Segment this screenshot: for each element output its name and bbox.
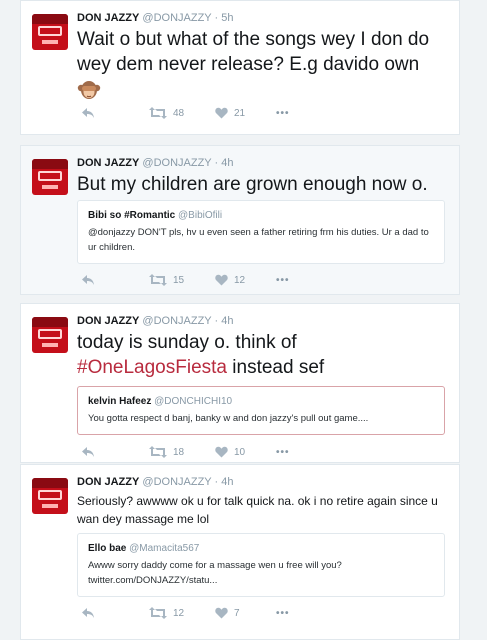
retweet-count: 15 [173,274,185,286]
tweet-header: DON JAZZY @DONJAZZY · 4h [77,156,449,170]
tweet-text: But my children are grown enough now o. [77,174,428,195]
quoted-author-name: Bibi so #Romantic [88,210,176,221]
retweet-button[interactable]: 18 [149,446,189,458]
heart-icon [215,107,228,119]
tweet-text: Seriously? awwww ok u for talk quick na.… [77,494,438,526]
separator: · [214,12,219,24]
quoted-tweet-text: @donjazzy DON'T pls, hv u even seen a fa… [88,227,429,253]
heart-icon [215,446,228,458]
like-count: 21 [234,107,246,119]
tweet[interactable]: DON JAZZY @DONJAZZY · 4h But my children… [20,145,460,295]
quoted-tweet[interactable]: kelvin Hafeez @DONCHICHI10 You gotta res… [77,386,445,435]
see-no-evil-monkey-icon [77,79,101,101]
avatar[interactable] [32,317,68,353]
reply-icon [82,608,94,618]
retweet-count: 48 [173,107,185,119]
tweet-text-part: today is sunday o. think of [77,332,297,353]
reply-icon [82,108,94,118]
quoted-tweet-text: You gotta respect d banj, banky w and do… [88,413,369,424]
retweet-count: 18 [173,446,185,458]
quoted-tweet[interactable]: Ello bae @Mamacita567 Awww sorry daddy c… [77,533,445,597]
tweet-header: DON JAZZY @DONJAZZY · 5h [77,11,449,25]
tweet-text: Wait o but what of the songs wey I don d… [77,29,430,75]
reply-button[interactable] [81,446,95,458]
retweet-icon [149,607,167,619]
reply-icon [82,275,94,285]
tweet-actions: 12 7 ••• [81,607,310,619]
author-handle[interactable]: @DONJAZZY [142,315,211,327]
tweet-actions: 15 12 ••• [81,274,310,286]
like-button[interactable]: 12 [215,274,250,286]
more-options-icon[interactable]: ••• [276,447,290,458]
retweet-icon [149,446,167,458]
avatar[interactable] [32,478,68,514]
author-handle[interactable]: @DONJAZZY [142,12,211,24]
avatar[interactable] [32,14,68,50]
tweet-header: DON JAZZY @DONJAZZY · 4h [77,314,449,328]
timestamp[interactable]: 4h [221,315,233,327]
retweet-button[interactable]: 15 [149,274,189,286]
author-handle[interactable]: @DONJAZZY [142,157,211,169]
quoted-author-name: kelvin Hafeez [88,396,152,407]
timestamp[interactable]: 4h [221,476,233,488]
tweet[interactable]: DON JAZZY @DONJAZZY · 4h Seriously? awww… [20,464,460,640]
hashtag-link[interactable]: #OneLagosFiesta [77,357,227,378]
heart-icon [215,607,228,619]
more-options-icon[interactable]: ••• [276,108,290,119]
quoted-tweet-header: Ello bae @Mamacita567 [88,542,434,555]
timeline: DON JAZZY @DONJAZZY · 5h Wait o but what… [20,0,460,640]
like-count: 7 [234,607,240,619]
like-count: 10 [234,446,246,458]
like-button[interactable]: 21 [215,107,250,119]
timestamp[interactable]: 4h [221,157,233,169]
separator: · [214,315,219,327]
author-handle[interactable]: @DONJAZZY [142,476,211,488]
more-options-icon[interactable]: ••• [276,275,290,286]
quoted-tweet-header: kelvin Hafeez @DONCHICHI10 [88,395,434,408]
tweet-content: DON JAZZY @DONJAZZY · 5h Wait o but what… [77,11,449,106]
like-count: 12 [234,274,246,286]
separator: · [214,476,219,488]
tweet[interactable]: DON JAZZY @DONJAZZY · 4h today is sunday… [20,303,460,463]
tweet-content: DON JAZZY @DONJAZZY · 4h Seriously? awww… [77,475,449,528]
retweet-icon [149,107,167,119]
tweet-text: today is sunday o. think of #OneLagosFie… [77,330,449,380]
author-name[interactable]: DON JAZZY [77,315,139,327]
quoted-author-handle: @Mamacita567 [129,543,200,554]
separator: · [214,157,219,169]
tweet-content: DON JAZZY @DONJAZZY · 4h today is sunday… [77,314,449,380]
reply-button[interactable] [81,107,95,119]
author-name[interactable]: DON JAZZY [77,12,139,24]
tweet-content: DON JAZZY @DONJAZZY · 4h But my children… [77,156,449,197]
retweet-count: 12 [173,607,185,619]
quoted-author-name: Ello bae [88,543,127,554]
retweet-button[interactable]: 12 [149,607,189,619]
timestamp[interactable]: 5h [221,12,233,24]
avatar[interactable] [32,159,68,195]
like-button[interactable]: 7 [215,607,250,619]
heart-icon [215,274,228,286]
retweet-icon [149,274,167,286]
quoted-tweet-header: Bibi so #Romantic @BibiOfili [88,209,434,222]
tweet[interactable]: DON JAZZY @DONJAZZY · 5h Wait o but what… [20,0,460,135]
quoted-author-handle: @BibiOfili [178,210,223,221]
like-button[interactable]: 10 [215,446,250,458]
reply-button[interactable] [81,607,95,619]
tweet-actions: 18 10 ••• [81,446,310,458]
author-name[interactable]: DON JAZZY [77,476,139,488]
tweet-header: DON JAZZY @DONJAZZY · 4h [77,475,449,489]
quoted-tweet-text: Awww sorry daddy come for a massage wen … [88,560,342,586]
author-name[interactable]: DON JAZZY [77,157,139,169]
quoted-author-handle: @DONCHICHI10 [154,396,233,407]
reply-icon [82,447,94,457]
more-options-icon[interactable]: ••• [276,608,290,619]
retweet-button[interactable]: 48 [149,107,189,119]
tweet-text-part: instead sef [232,357,325,378]
quoted-tweet[interactable]: Bibi so #Romantic @BibiOfili @donjazzy D… [77,200,445,264]
reply-button[interactable] [81,274,95,286]
tweet-actions: 48 21 ••• [81,107,310,119]
